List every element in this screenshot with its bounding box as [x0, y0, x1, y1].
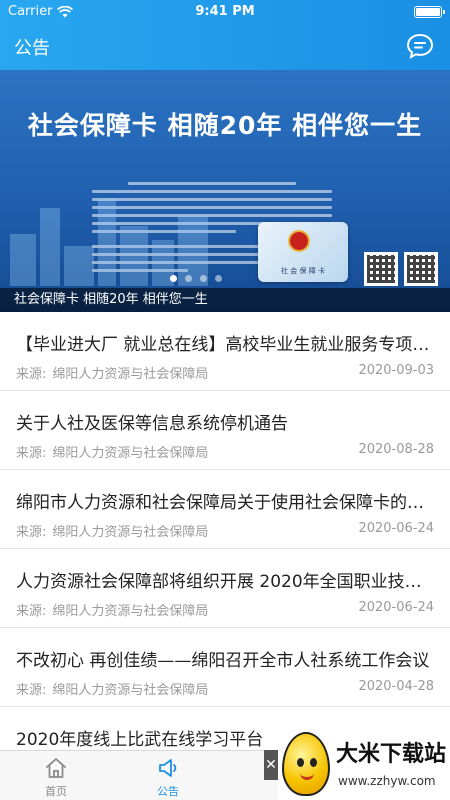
notice-title: 关于人社及医保等信息系统停机通告	[16, 414, 288, 434]
list-item[interactable]: 人力资源社会保障部将组织开展 2020年全国职业技能大赛 来源: 绵阳人力资源与社…	[0, 549, 450, 628]
tab-home[interactable]: 首页	[0, 751, 112, 800]
tab-home-label: 首页	[45, 785, 67, 798]
national-emblem-icon	[288, 230, 310, 252]
social-security-card-image: 社 会 保 障 卡	[258, 222, 348, 282]
status-bar: Carrier 9:41 PM	[0, 0, 450, 24]
carousel-indicator	[170, 275, 222, 282]
megaphone-icon	[159, 759, 177, 777]
home-icon	[46, 758, 66, 778]
card-label: 社 会 保 障 卡	[281, 267, 325, 275]
source-label: 来源:	[16, 367, 47, 382]
carousel-dot	[200, 275, 207, 282]
city-skyline-graphic	[0, 196, 230, 286]
battery-icon	[414, 6, 445, 18]
banner-headline: 社会保障卡 相随20年 相伴您一生	[27, 111, 423, 140]
notice-meta: 来源: 绵阳人力资源与社会保障局 2020-06-24	[16, 600, 434, 619]
watermark-brand: 大米下载站	[336, 742, 447, 767]
banner-carousel[interactable]: 社会保障卡 相随20年 相伴您一生 社 会 保 障 卡 社会保障卡 相随20年 …	[0, 70, 450, 312]
notice-title: 绵阳市人力资源和社会保障局关于使用社会保障卡的通知	[16, 493, 434, 513]
carousel-dot	[215, 275, 222, 282]
notice-date: 2020-04-28	[358, 679, 434, 694]
source-label: 来源:	[16, 604, 47, 619]
notice-date: 2020-08-28	[358, 442, 434, 457]
notice-meta: 来源: 绵阳人力资源与社会保障局 2020-06-24	[16, 521, 434, 540]
qr-code-icon	[404, 252, 438, 286]
notice-title: 【毕业进大厂 就业总在线】高校毕业生就业服务专项活动	[16, 335, 434, 355]
notice-source: 绵阳人力资源与社会保障局	[52, 367, 209, 382]
close-icon[interactable]: ✕	[264, 750, 278, 780]
list-item[interactable]: 绵阳市人力资源和社会保障局关于使用社会保障卡的通知 来源: 绵阳人力资源与社会保障…	[0, 470, 450, 549]
watermark-logo: ✕ 大米下载站 www.zzhyw.com	[264, 728, 450, 800]
notice-list: 【毕业进大厂 就业总在线】高校毕业生就业服务专项活动 来源: 绵阳人力资源与社会保…	[0, 312, 450, 750]
notice-source: 绵阳人力资源与社会保障局	[52, 604, 209, 619]
notice-title: 人力资源社会保障部将组织开展 2020年全国职业技能大赛	[16, 572, 434, 592]
notice-date: 2020-09-03	[358, 363, 434, 378]
notice-source: 绵阳人力资源与社会保障局	[52, 525, 209, 540]
list-item[interactable]: 关于人社及医保等信息系统停机通告 来源: 绵阳人力资源与社会保障局 2020-08…	[0, 391, 450, 470]
notice-source: 绵阳人力资源与社会保障局	[52, 683, 209, 698]
list-item[interactable]: 【毕业进大厂 就业总在线】高校毕业生就业服务专项活动 来源: 绵阳人力资源与社会保…	[0, 312, 450, 391]
status-time: 9:41 PM	[195, 4, 255, 19]
source-label: 来源:	[16, 446, 47, 461]
app-screen: Carrier 9:41 PM 公告 社会保障卡 相随20年 相伴您一生 社 会…	[0, 0, 450, 800]
notice-source: 绵阳人力资源与社会保障局	[52, 446, 209, 461]
list-item[interactable]: 不改初心 再创佳绩——绵阳召开全市人社系统工作会议 来源: 绵阳人力资源与社会保障…	[0, 628, 450, 707]
notice-date: 2020-06-24	[358, 521, 434, 536]
qr-code-icon	[364, 252, 398, 286]
chat-bubble-icon[interactable]	[406, 33, 434, 59]
carousel-dot	[170, 275, 177, 282]
notice-title: 不改初心 再创佳绩——绵阳召开全市人社系统工作会议	[16, 651, 430, 671]
source-label: 来源:	[16, 525, 47, 540]
notice-meta: 来源: 绵阳人力资源与社会保障局 2020-08-28	[16, 442, 434, 461]
notice-meta: 来源: 绵阳人力资源与社会保障局 2020-04-28	[16, 679, 434, 698]
notice-meta: 来源: 绵阳人力资源与社会保障局 2020-09-03	[16, 363, 434, 382]
tab-announcements[interactable]: 公告	[112, 751, 224, 800]
carousel-dot	[185, 275, 192, 282]
notice-date: 2020-06-24	[358, 600, 434, 615]
banner-caption: 社会保障卡 相随20年 相伴您一生	[0, 288, 450, 312]
watermark-site: www.zzhyw.com	[338, 774, 436, 788]
tab-announcements-label: 公告	[157, 785, 179, 798]
source-label: 来源:	[16, 683, 47, 698]
header-bar: Carrier 9:41 PM 公告	[0, 0, 450, 70]
page-title: 公告	[14, 38, 50, 59]
